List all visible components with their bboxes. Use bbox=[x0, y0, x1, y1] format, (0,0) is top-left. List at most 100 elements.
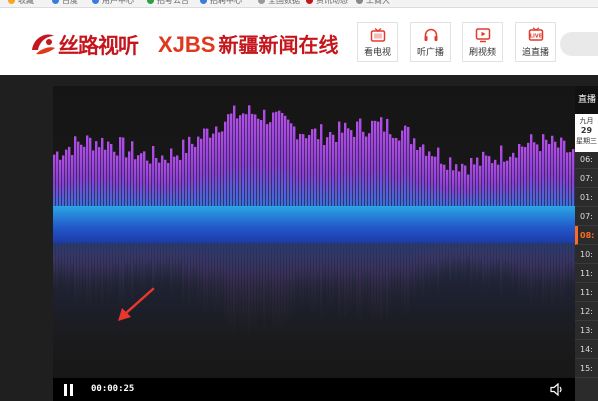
visualizer-reflection-bar bbox=[56, 243, 59, 292]
visualizer-reflection-bar bbox=[515, 243, 518, 287]
visualizer-reflection-bar bbox=[68, 243, 71, 297]
search-input[interactable] bbox=[560, 32, 598, 56]
visualizer-bar bbox=[335, 142, 338, 206]
pause-button[interactable] bbox=[63, 384, 75, 396]
nav-videos-button[interactable]: 刷视频 bbox=[462, 22, 503, 62]
visualizer-bar bbox=[443, 164, 446, 206]
visualizer-reflection-bar bbox=[203, 243, 206, 313]
visualizer-bar bbox=[569, 152, 572, 206]
nav-label: 追直播 bbox=[521, 48, 549, 58]
logo-icon[interactable] bbox=[28, 28, 58, 58]
visualizer-bar bbox=[473, 164, 476, 206]
visualizer-reflection-bar bbox=[176, 243, 179, 289]
visualizer-bar bbox=[512, 152, 515, 206]
bookmark-item[interactable]: 招聘中心 bbox=[200, 0, 242, 6]
logo-text[interactable]: 丝路视听 bbox=[58, 30, 139, 60]
visualizer-bar bbox=[440, 163, 443, 206]
visualizer-bar bbox=[464, 165, 467, 206]
visualizer-reflection-bar bbox=[314, 243, 317, 313]
visualizer-reflection-bar bbox=[317, 243, 320, 304]
nav-watch-tv-button[interactable]: 看电视 bbox=[357, 22, 398, 62]
visualizer-reflection-bar bbox=[335, 243, 338, 301]
volume-icon[interactable] bbox=[550, 383, 564, 396]
bookmark-item[interactable]: 招考公告 bbox=[147, 0, 189, 6]
visualizer-reflection-bar bbox=[401, 243, 404, 311]
visualizer-bar bbox=[293, 126, 296, 206]
visualizer-bar bbox=[425, 155, 428, 206]
visualizer-reflection-bar bbox=[245, 243, 248, 326]
schedule-item[interactable]: 07: bbox=[575, 207, 598, 226]
visualizer-bar bbox=[308, 135, 311, 206]
visualizer-bar bbox=[368, 133, 371, 206]
schedule-item[interactable]: 12: bbox=[575, 302, 598, 321]
bookmarks-bar: 收藏 百度 用户中心 招考公告 招聘中心 全国数据 资讯动态 工商大 bbox=[0, 0, 598, 8]
visualizer-bar bbox=[233, 105, 236, 206]
schedule-item[interactable]: 11: bbox=[575, 283, 598, 302]
nav-label: 看电视 bbox=[363, 48, 391, 58]
schedule-item[interactable]: 10: bbox=[575, 245, 598, 264]
nav-label: 听广播 bbox=[416, 48, 444, 58]
visualizer-reflection-bar bbox=[368, 243, 371, 309]
visualizer-bar bbox=[458, 171, 461, 206]
bookmark-item[interactable]: 用户中心 bbox=[92, 0, 134, 6]
bookmark-item[interactable]: 收藏 bbox=[8, 0, 34, 6]
visualizer-bar bbox=[317, 139, 320, 206]
date-picker[interactable]: 九月 29 星期三 bbox=[575, 114, 598, 152]
visualizer-reflection-bar bbox=[311, 243, 314, 313]
visualizer-reflection-bar bbox=[194, 243, 197, 297]
schedule-item[interactable]: 13: bbox=[575, 321, 598, 340]
visualizer-bar bbox=[257, 118, 260, 206]
visualizer-reflection-bar bbox=[533, 243, 536, 301]
visualizer-reflection-bar bbox=[212, 243, 215, 309]
visualizer-bars bbox=[53, 105, 575, 206]
visualizer-reflection-bar bbox=[521, 243, 524, 297]
bookmark-icon bbox=[356, 0, 363, 4]
schedule-item[interactable]: 11: bbox=[575, 264, 598, 283]
bookmark-label: 资讯动态 bbox=[316, 0, 348, 5]
bookmark-item[interactable]: 工商大 bbox=[356, 0, 390, 6]
schedule-item[interactable]: 14: bbox=[575, 340, 598, 359]
visualizer-reflection-bar bbox=[557, 243, 560, 296]
visualizer-bar bbox=[113, 151, 116, 206]
visualizer-bar bbox=[356, 121, 359, 206]
visualizer-reflection-bar bbox=[95, 243, 98, 302]
bookmark-item[interactable]: 全国数据 bbox=[258, 0, 300, 6]
visualizer-reflection-bar bbox=[161, 243, 164, 289]
visualizer-reflection-bar bbox=[164, 243, 167, 285]
visualizer-bar bbox=[416, 149, 419, 206]
visualizer-bar bbox=[269, 122, 272, 206]
visualizer-reflection-bar bbox=[92, 243, 95, 294]
visualizer-reflection-bar bbox=[86, 243, 89, 307]
bookmark-item[interactable]: 资讯动态 bbox=[306, 0, 348, 6]
schedule-item[interactable]: 06: bbox=[575, 150, 598, 169]
visualizer-bar bbox=[377, 121, 380, 206]
nav-live-button[interactable]: LIVE 追直播 bbox=[515, 22, 556, 62]
nav-radio-button[interactable]: 听广播 bbox=[410, 22, 451, 62]
schedule-item[interactable]: 15: bbox=[575, 359, 598, 378]
visualizer-bar bbox=[527, 142, 530, 206]
visualizer-bar bbox=[434, 156, 437, 206]
schedule-item[interactable]: 01: bbox=[575, 188, 598, 207]
visualizer-bar bbox=[125, 157, 128, 206]
bookmark-icon bbox=[8, 0, 15, 4]
brand-title[interactable]: XJBS 新疆新闻在线 bbox=[158, 29, 338, 58]
visualizer-bar bbox=[266, 124, 269, 206]
visualizer-bar bbox=[347, 128, 350, 206]
visualizer-bar bbox=[254, 114, 257, 206]
visualizer-reflection-bar bbox=[395, 243, 398, 305]
visualizer-reflection-bar bbox=[332, 243, 335, 308]
schedule-item[interactable]: 07: bbox=[575, 169, 598, 188]
visualizer-bar bbox=[419, 146, 422, 206]
visualizer-bar bbox=[401, 130, 404, 206]
visualizer-bar bbox=[485, 155, 488, 206]
visualizer-reflection-bar bbox=[209, 243, 212, 305]
visualizer-reflection-bar bbox=[107, 243, 110, 301]
schedule-item[interactable]: 08: bbox=[575, 226, 598, 245]
visualizer-bar bbox=[83, 146, 86, 206]
bookmark-item[interactable]: 百度 bbox=[52, 0, 78, 6]
visualizer-bar bbox=[167, 163, 170, 206]
visualizer-bar bbox=[545, 139, 548, 206]
visualizer-bar bbox=[410, 144, 413, 206]
audio-player[interactable]: 00:00:25 bbox=[53, 86, 575, 401]
visualizer-bar bbox=[185, 152, 188, 206]
